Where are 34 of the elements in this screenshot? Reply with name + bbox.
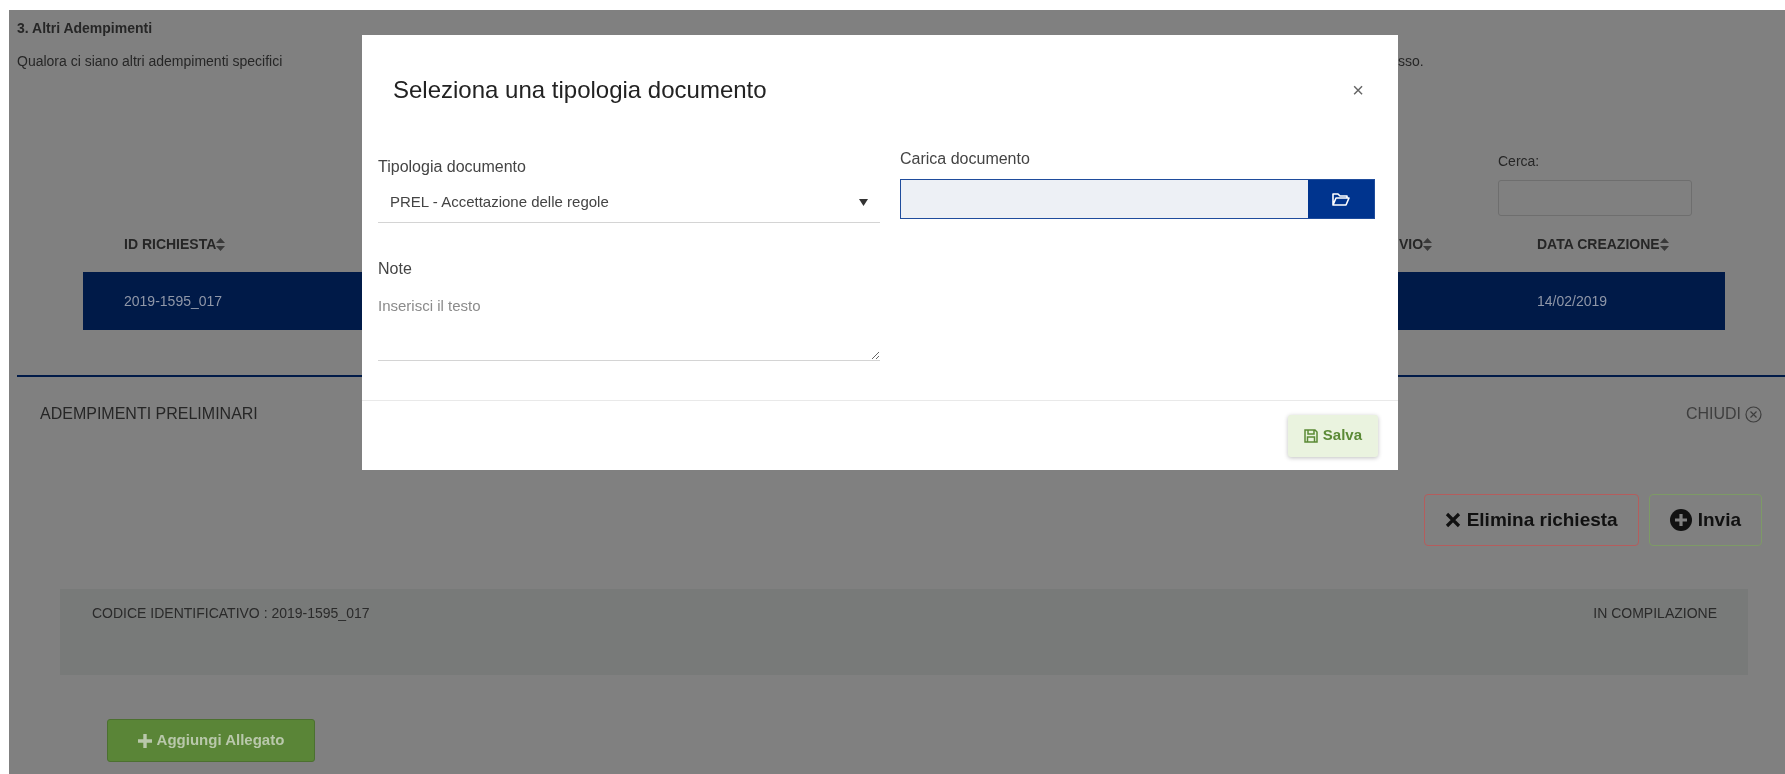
close-icon xyxy=(1444,512,1461,528)
column-header[interactable]: ID RICHIESTA xyxy=(124,235,217,252)
save-button[interactable]: Salva xyxy=(1287,414,1378,457)
browse-button[interactable] xyxy=(1308,180,1374,218)
sort-icon[interactable] xyxy=(1423,238,1433,252)
file-field[interactable] xyxy=(900,179,1375,219)
description-text: sso. xyxy=(1398,53,1424,69)
field-label: Tipologia documento xyxy=(378,157,527,177)
save-icon xyxy=(1303,428,1318,443)
close-icon xyxy=(1745,405,1762,423)
plus-icon xyxy=(137,733,152,748)
modal-title: Seleziona una tipologia documento xyxy=(393,75,767,105)
identifier-text: CODICE IDENTIFICATIVO : 2019-1595_017 xyxy=(92,604,370,623)
send-button[interactable]: Invia xyxy=(1648,494,1762,546)
folder-icon xyxy=(1332,192,1350,206)
close-link[interactable]: CHIUDI xyxy=(1685,402,1762,426)
description-text: Qualora ci siano altri adempimenti specifici xyxy=(17,53,283,69)
status-text: IN COMPILAZIONE xyxy=(1593,604,1717,623)
plus-circle-icon xyxy=(1669,509,1692,531)
section-title: 3. Altri Adempimenti xyxy=(16,19,154,38)
close-button[interactable]: × xyxy=(1348,75,1368,105)
table-cell: 2019-1595_017 xyxy=(124,292,223,309)
field-label: Note xyxy=(378,259,413,279)
column-header[interactable]: VIO xyxy=(1399,235,1424,252)
table-cell: 14/02/2019 xyxy=(1537,292,1608,309)
column-header[interactable]: DATA CREAZIONE xyxy=(1537,235,1660,252)
delete-button[interactable]: Elimina richiesta xyxy=(1423,494,1639,546)
panel-title: ADEMPIMENTI PRELIMINARI xyxy=(40,404,258,424)
sort-icon[interactable] xyxy=(216,238,226,252)
field-label: Carica documento xyxy=(900,149,1031,169)
caret-icon xyxy=(859,199,868,206)
search-label: Cerca: xyxy=(1498,152,1540,171)
add-attachment-button[interactable]: Aggiungi Allegato xyxy=(107,719,315,762)
sort-icon[interactable] xyxy=(1659,238,1669,252)
